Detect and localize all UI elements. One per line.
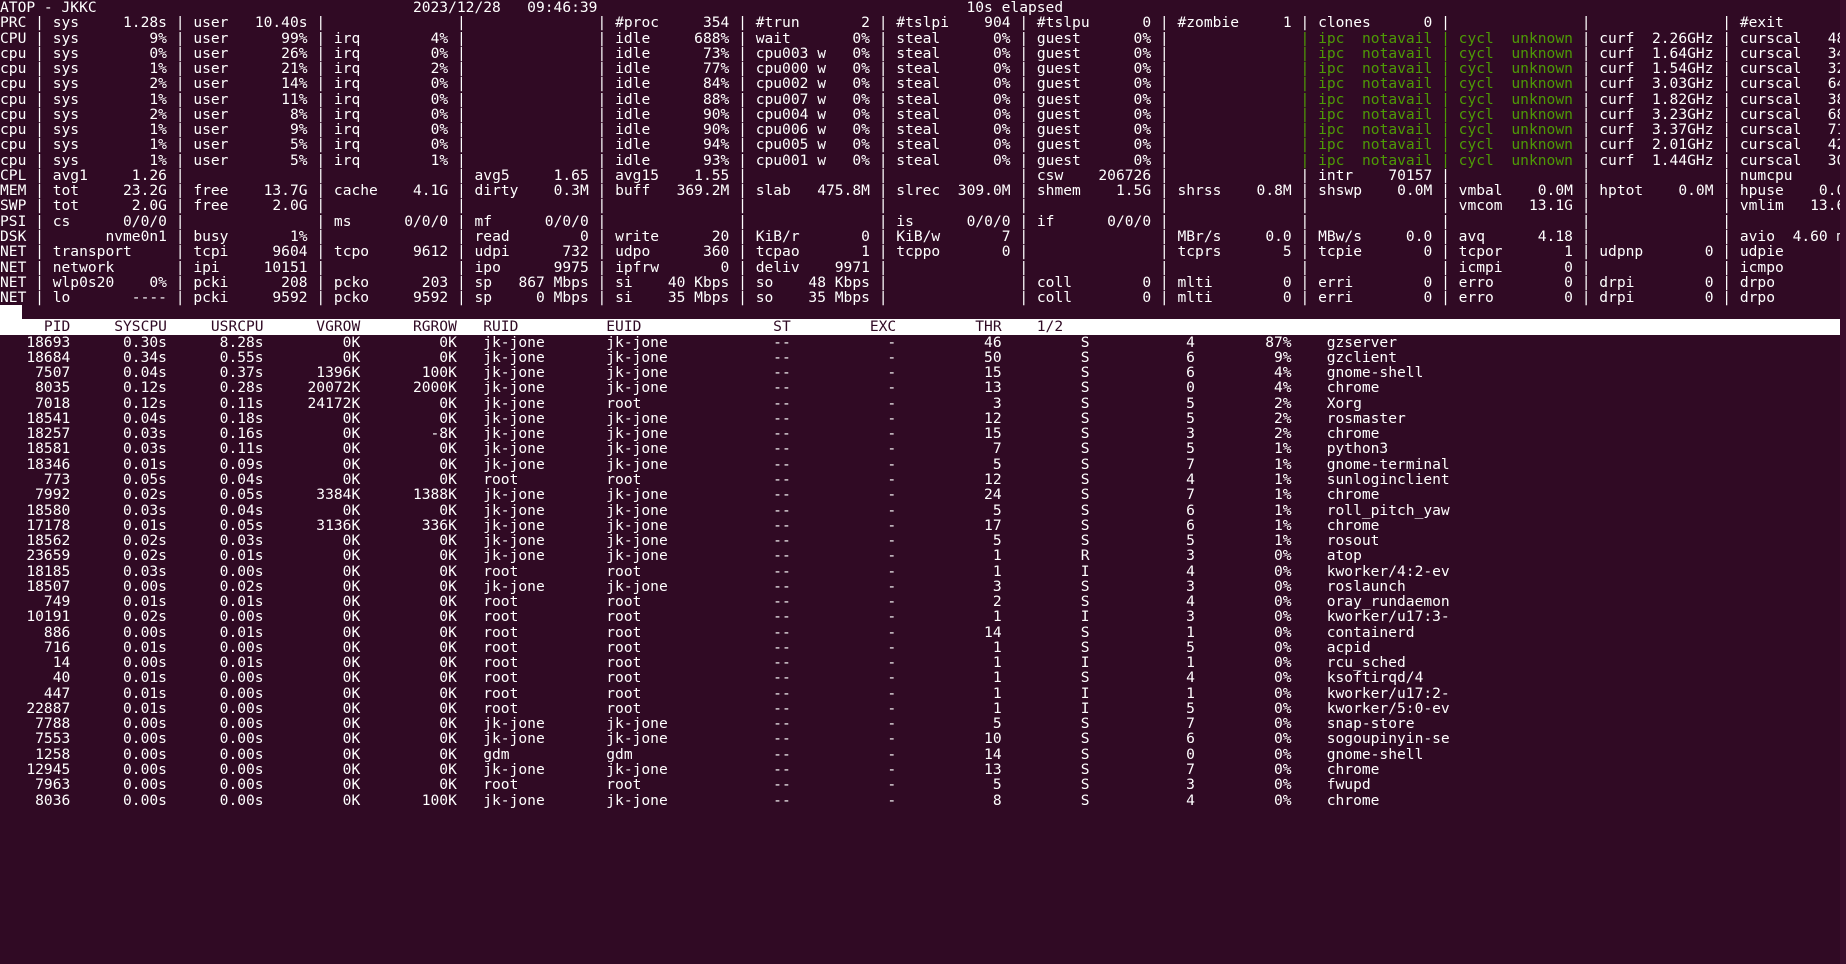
sys-cell-lo: | lo ---- [35, 289, 176, 307]
sys-cell-drpo: | drpo 0 [1722, 289, 1846, 307]
process-row[interactable]: 7992 0.02s 0.05s 3384K 1388K jk-jone jk-… [0, 487, 1846, 503]
sys-cell: | [878, 289, 1020, 307]
atop-title-bar: ATOP - JKKC 2023/12/28 09:46:39 10s elap… [0, 0, 1072, 16]
process-row[interactable]: 1258 0.00s 0.00s 0K 0K gdm gdm -- - 14 S… [0, 746, 1846, 762]
process-row[interactable]: 18693 0.30s 8.28s 0K 0K jk-jone jk-jone … [0, 334, 1846, 350]
process-row[interactable]: 18580 0.03s 0.04s 0K 0K jk-jone jk-jone … [0, 502, 1846, 518]
process-row[interactable]: 886 0.00s 0.01s 0K 0K root root -- - 14 … [0, 624, 1846, 640]
process-row[interactable]: 40 0.01s 0.00s 0K 0K root root -- - 1 S … [0, 670, 1846, 686]
process-row[interactable]: 23659 0.02s 0.01s 0K 0K jk-jone jk-jone … [0, 548, 1846, 564]
process-row[interactable]: 716 0.01s 0.00s 0K 0K root root -- - 1 S… [0, 640, 1846, 656]
process-row[interactable]: 22887 0.01s 0.00s 0K 0K root root -- - 1… [0, 701, 1846, 717]
process-table-header[interactable]: PID SYSCPU USRCPU VGROW RGROW RUID EUID … [0, 319, 1846, 335]
process-row[interactable]: 7507 0.04s 0.37s 1396K 100K jk-jone jk-j… [0, 365, 1846, 381]
separator-strip [0, 305, 1846, 320]
sys-row-psi: PSI | cs 0/0/0 | | ms 0/0/0 | mf 0/0/0 |… [0, 214, 1846, 229]
process-row[interactable]: 8035 0.12s 0.28s 20072K 2000K jk-jone jk… [0, 380, 1846, 396]
process-row[interactable]: 18562 0.02s 0.03s 0K 0K jk-jone jk-jone … [0, 533, 1846, 549]
sys-row-prc: PRC | sys 1.28s | user 10.40s | | | #pro… [0, 15, 1846, 30]
process-row[interactable]: 12945 0.00s 0.00s 0K 0K jk-jone jk-jone … [0, 762, 1846, 778]
sys-row-net: NET | transport | tcpi 9604 | tcpo 9612 … [0, 244, 1846, 259]
process-row[interactable]: 10191 0.02s 0.00s 0K 0K root root -- - 1… [0, 609, 1846, 625]
process-row[interactable]: 8036 0.00s 0.00s 0K 100K jk-jone jk-jone… [0, 792, 1846, 808]
terminal-right-edge [1840, 0, 1846, 964]
process-row[interactable]: 447 0.01s 0.00s 0K 0K root root -- - 1 I… [0, 685, 1846, 701]
process-row[interactable]: 18185 0.03s 0.00s 0K 0K root root -- - 1… [0, 563, 1846, 579]
process-row[interactable]: 18346 0.01s 0.09s 0K 0K jk-jone jk-jone … [0, 456, 1846, 472]
sys-cell-pcko: | pcko 9592 [316, 289, 457, 307]
sys-row-cpu: cpu | sys 2% | user 8% | irq 0% | | idle… [0, 107, 1846, 122]
sys-row-net: NET | wlp0s20 0% | pcki 208 | pcko 203 |… [0, 275, 1846, 290]
sys-cell-pcki: | pcki 9592 [175, 289, 317, 307]
process-table-body: 18693 0.30s 8.28s 0K 0K jk-jone jk-jone … [0, 334, 1846, 808]
sys-row-cpl: CPL | avg1 1.26 | | | avg5 1.65 | avg15 … [0, 168, 1846, 183]
system-statistics-block: PRC | sys 1.28s | user 10.40s | | | #pro… [0, 15, 1846, 305]
sys-row-net: NET | lo ---- | pcki 9592 | pcko 9592 | … [0, 290, 1846, 305]
sys-row-swp: SWP | tot 2.0G | free 2.0G | | | | | | |… [0, 198, 1846, 213]
sys-row-cpu: CPU | sys 9% | user 99% | irq 4% | | idl… [0, 30, 1846, 46]
sys-row-net: NET | network | ipi 10151 | | ipo 9975 |… [0, 259, 1846, 275]
sys-row-cpu: cpu | sys 1% | user 5% | irq 1% | | idle… [0, 153, 1846, 168]
process-row[interactable]: 18257 0.03s 0.16s 0K -8K jk-jone jk-jone… [0, 426, 1846, 442]
process-row[interactable]: 18581 0.03s 0.11s 0K 0K jk-jone jk-jone … [0, 441, 1846, 457]
sys-row-cpu: cpu | sys 2% | user 14% | irq 0% | | idl… [0, 76, 1846, 91]
process-row[interactable]: 18541 0.04s 0.18s 0K 0K jk-jone jk-jone … [0, 411, 1846, 427]
sys-cell-mlti: | mlti 0 [1159, 289, 1301, 307]
sys-row-cpu: cpu | sys 0% | user 26% | irq 0% | | idl… [0, 46, 1846, 61]
sys-cell-coll: | coll 0 [1019, 289, 1160, 307]
sys-cell-erro: | erro 0 [1441, 289, 1582, 307]
cursor-stub [0, 305, 22, 320]
process-row[interactable]: 17178 0.01s 0.05s 3136K 336K jk-jone jk-… [0, 517, 1846, 533]
sys-row-mem: MEM | tot 23.2G | free 13.7G | cache 4.1… [0, 183, 1846, 198]
process-row[interactable]: 7788 0.00s 0.00s 0K 0K jk-jone jk-jone -… [0, 716, 1846, 732]
process-row[interactable]: 18507 0.00s 0.02s 0K 0K jk-jone jk-jone … [0, 579, 1846, 595]
sys-row-cpu: cpu | sys 1% | user 5% | irq 0% | | idle… [0, 137, 1846, 152]
sys-row-cpu: cpu | sys 1% | user 21% | irq 2% | | idl… [0, 61, 1846, 76]
process-row[interactable]: 7963 0.00s 0.00s 0K 0K root root -- - 5 … [0, 777, 1846, 793]
sys-row-label: NET [0, 289, 36, 307]
process-row[interactable]: 7553 0.00s 0.00s 0K 0K jk-jone jk-jone -… [0, 731, 1846, 747]
sys-cell-drpi: | drpi 0 [1581, 289, 1723, 307]
process-row[interactable]: 14 0.00s 0.01s 0K 0K root root -- - 1 I … [0, 655, 1846, 671]
sys-row-cpu: cpu | sys 1% | user 9% | irq 0% | | idle… [0, 122, 1846, 137]
sys-cell-erri: | erri 0 [1300, 289, 1442, 307]
atop-terminal-window: ATOP - JKKC 2023/12/28 09:46:39 10s elap… [0, 0, 1846, 964]
process-row[interactable]: 7018 0.12s 0.11s 24172K 0K jk-jone root … [0, 395, 1846, 411]
process-row[interactable]: 749 0.01s 0.01s 0K 0K root root -- - 2 S… [0, 594, 1846, 610]
sys-cell-sp: | sp 0 Mbps [456, 289, 598, 307]
process-row[interactable]: 18684 0.34s 0.55s 0K 0K jk-jone jk-jone … [0, 350, 1846, 366]
sys-cell-so: | so 35 Mbps [738, 289, 879, 307]
process-row[interactable]: 773 0.05s 0.04s 0K 0K root root -- - 12 … [0, 472, 1846, 488]
sys-row-dsk: DSK | nvme0n1 | busy 1% | | read 0 | wri… [0, 229, 1846, 244]
sys-row-cpu: cpu | sys 1% | user 11% | irq 0% | | idl… [0, 91, 1846, 107]
sys-cell-si: | si 35 Mbps [597, 289, 739, 307]
